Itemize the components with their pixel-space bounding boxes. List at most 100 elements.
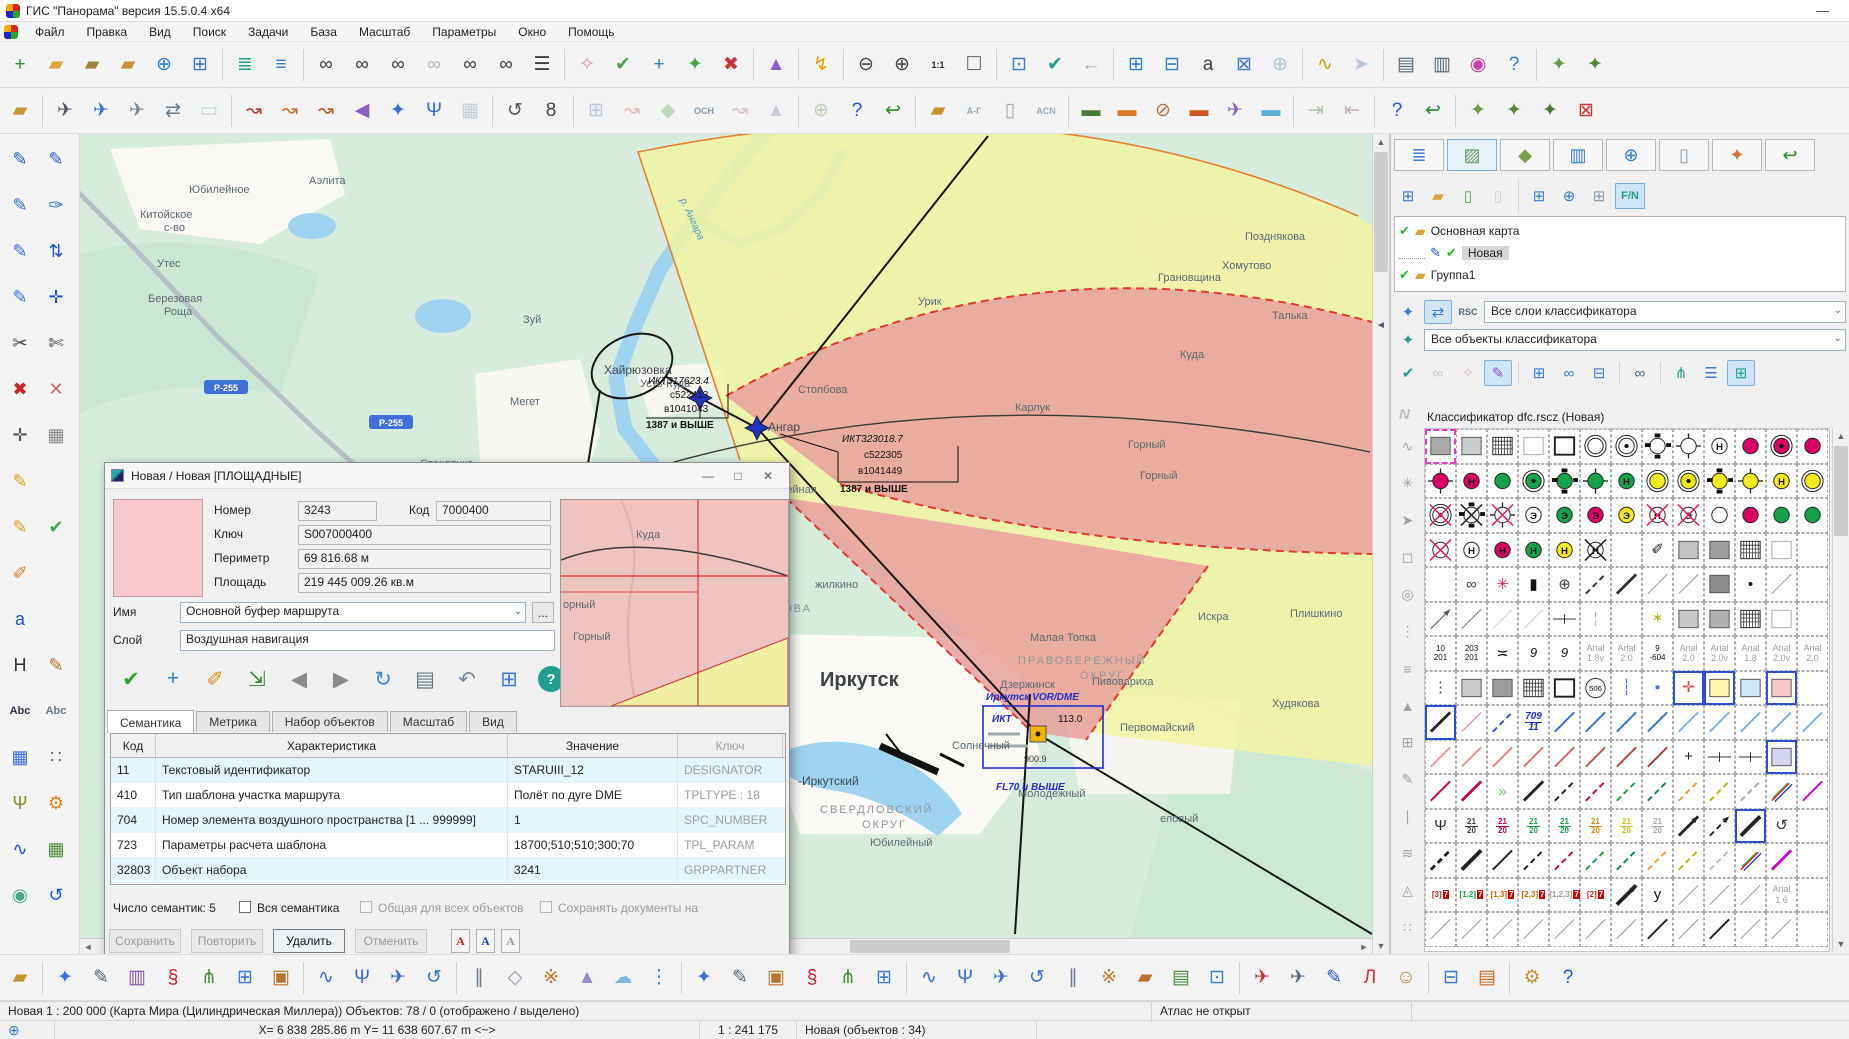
classifier-symbol-8-9[interactable]	[1704, 705, 1735, 740]
kod-field[interactable]: 7000400	[436, 501, 551, 521]
no-fly-sign-icon[interactable]: ⊘	[1145, 92, 1181, 130]
scroll-up-icon[interactable]: ▲	[1833, 428, 1849, 444]
nomer-field[interactable]: 3243	[298, 501, 377, 521]
classifier-symbol-12-11[interactable]	[1766, 843, 1797, 878]
classifier-symbol-1-5[interactable]	[1580, 463, 1611, 498]
waypoint-cross-icon[interactable]: ✦	[380, 92, 416, 130]
classifier-symbol-10-11[interactable]	[1766, 774, 1797, 809]
classifier-symbol-2-9[interactable]	[1704, 498, 1735, 533]
classifier-symbol-8-2[interactable]	[1487, 705, 1518, 740]
doc-edit-icon[interactable]: ✎	[1316, 959, 1352, 997]
scroll-up-icon[interactable]: ▲	[1373, 134, 1389, 150]
classifier-symbol-0-2[interactable]	[1487, 429, 1518, 464]
antenna-to-db-icon[interactable]: ⋮	[641, 959, 677, 997]
classifier-symbol-8-0[interactable]	[1425, 705, 1456, 740]
menu-масштаб[interactable]: Масштаб	[348, 23, 421, 41]
move-check-icon[interactable]: ✦	[1577, 46, 1613, 84]
print-report-icon[interactable]: ▥	[1424, 46, 1460, 84]
edit-updown-icon[interactable]: ⇅	[38, 228, 74, 274]
menu-файл[interactable]: Файл	[24, 23, 76, 41]
undo-l-icon[interactable]: Л	[1352, 959, 1388, 997]
table-view-icon[interactable]: ⊞	[1727, 360, 1755, 386]
classifier-symbol-2-8[interactable]: Э	[1673, 498, 1704, 533]
curve-to-db-icon[interactable]: ∿	[308, 959, 344, 997]
side-tool-8-icon[interactable]: ⊞	[1395, 724, 1421, 761]
classifier-symbol-10-7[interactable]	[1642, 774, 1673, 809]
classifier-symbol-1-12[interactable]	[1797, 463, 1828, 498]
scroll-down-icon[interactable]: ▼	[1833, 936, 1849, 952]
route-db-dim-icon[interactable]: ↝	[722, 92, 758, 130]
dots-tool-icon[interactable]: ∷	[38, 734, 74, 780]
riv-dot-icon[interactable]: ⊟	[1585, 360, 1613, 386]
aerodrome-scheme-icon[interactable]: ✈	[119, 92, 155, 130]
classifier-symbol-grid[interactable]: Н Н Н Н Э Э Э Э Н Э Н Н Н Н Н ✐ ∞ ✳ ▮ ⊕ • ¦ ✶ 10 201 203 201 ≍ 9 9 Ari…	[1424, 428, 1830, 952]
classifier-symbol-13-7[interactable]: у	[1642, 877, 1673, 912]
classifier-symbol-9-6[interactable]	[1611, 739, 1642, 774]
side-tool-2-icon[interactable]: ➤	[1395, 502, 1421, 539]
table-row[interactable]: 11 Текстовый идентификатор STARUIII_12 DESI…	[111, 758, 785, 783]
classifier-symbol-12-8[interactable]	[1673, 843, 1704, 878]
find-list-icon[interactable]: ☰	[524, 46, 560, 84]
db-folder-icon[interactable]: ▰	[2, 92, 38, 130]
waypoint-fork-icon[interactable]: Ψ	[416, 92, 452, 130]
find-name-icon[interactable]: ∞	[344, 46, 380, 84]
classifier-symbol-9-1[interactable]	[1456, 739, 1487, 774]
grid-scroll-thumb[interactable]	[1834, 446, 1848, 536]
classifier-symbol-4-7[interactable]	[1642, 567, 1673, 602]
classifier-symbol-0-6[interactable]	[1611, 429, 1642, 464]
classifier-symbol-9-7[interactable]	[1642, 739, 1673, 774]
classifier-symbol-11-7[interactable]: 21 20	[1642, 808, 1673, 843]
gear-tool-icon[interactable]: ⚙	[38, 780, 74, 826]
classifier-symbol-6-12[interactable]: Arial 2.0	[1797, 636, 1828, 671]
window-db-icon[interactable]: ⊟	[1433, 959, 1469, 997]
route-pins-icon[interactable]: ∿	[1307, 46, 1343, 84]
fan-dim-icon[interactable]: ◆	[650, 92, 686, 130]
plane-to-map-icon[interactable]: ✈	[983, 959, 1019, 997]
dialog-maximize-button[interactable]: □	[723, 465, 753, 487]
classifier-symbol-3-12[interactable]	[1797, 532, 1828, 567]
delete-object-icon[interactable]: ✖	[2, 366, 38, 412]
text-h-icon[interactable]: H	[2, 642, 38, 688]
classifier-symbol-10-1[interactable]	[1456, 774, 1487, 809]
classifier-symbol-11-1[interactable]: 21 20	[1456, 808, 1487, 843]
db-import-dim-icon[interactable]: ⇤	[1334, 92, 1370, 130]
exit-door-icon[interactable]: ↩	[875, 92, 911, 130]
classifier-symbol-14-1[interactable]	[1456, 912, 1487, 947]
tab-набор-объектов[interactable]: Набор объектов	[271, 711, 388, 732]
menu-поиск[interactable]: Поиск	[182, 23, 237, 41]
classifier-symbol-13-4[interactable]: [1,2,3] 7	[1549, 877, 1580, 912]
wave-tool-icon[interactable]: ∿	[2, 826, 38, 872]
select-polygon-icon[interactable]: ✧	[569, 46, 605, 84]
step-back-icon[interactable]: ←	[1073, 46, 1109, 84]
menu-помощь[interactable]: Помощь	[557, 23, 625, 41]
font-a-gray-button[interactable]: А	[501, 929, 520, 953]
brushes-icon[interactable]: ✎	[1484, 360, 1512, 386]
table-row[interactable]: 410 Тип шаблона участка маршрута Полёт по …	[111, 783, 785, 808]
select-clear-icon[interactable]: ✖	[713, 46, 749, 84]
add-folder-icon[interactable]: ▰	[1424, 183, 1452, 209]
classifier-symbol-1-1[interactable]: Н	[1456, 463, 1487, 498]
classifier-symbol-0-11[interactable]	[1766, 429, 1797, 464]
layers-check-icon[interactable]: ✔	[1394, 360, 1422, 386]
object-form-icon[interactable]: ⊞	[489, 659, 529, 699]
classifier-symbol-7-9[interactable]	[1704, 670, 1735, 705]
classifier-symbol-4-10[interactable]: •	[1735, 567, 1766, 602]
side-tool-6-icon[interactable]: ≡	[1395, 650, 1421, 687]
classifier-symbol-3-10[interactable]	[1735, 532, 1766, 567]
map-legend-icon[interactable]: ≡	[263, 46, 299, 84]
classifier-symbol-5-12[interactable]	[1797, 601, 1828, 636]
parcel-to-map-icon[interactable]: ▰	[1127, 959, 1163, 997]
add-search-icon[interactable]: +	[153, 659, 193, 699]
prev-object-icon[interactable]: ◀	[279, 659, 319, 699]
panel-close-tab[interactable]: ↩	[1765, 139, 1815, 171]
fn-toggle-button[interactable]: F/N	[1615, 183, 1645, 209]
table-row[interactable]: 723 Параметры расчета шаблона 18700;510;51…	[111, 833, 785, 858]
classifier-symbol-12-3[interactable]	[1518, 843, 1549, 878]
classifier-symbol-10-2[interactable]: »	[1487, 774, 1518, 809]
classifier-symbol-13-9[interactable]	[1704, 877, 1735, 912]
edit-cross-icon[interactable]: ✛	[38, 274, 74, 320]
classifier-symbol-11-4[interactable]: 21 20	[1549, 808, 1580, 843]
classifier-symbol-14-7[interactable]	[1642, 912, 1673, 947]
plane-to-db-icon[interactable]: ✈	[380, 959, 416, 997]
classifier-symbol-13-0[interactable]: [3] 7	[1425, 877, 1456, 912]
